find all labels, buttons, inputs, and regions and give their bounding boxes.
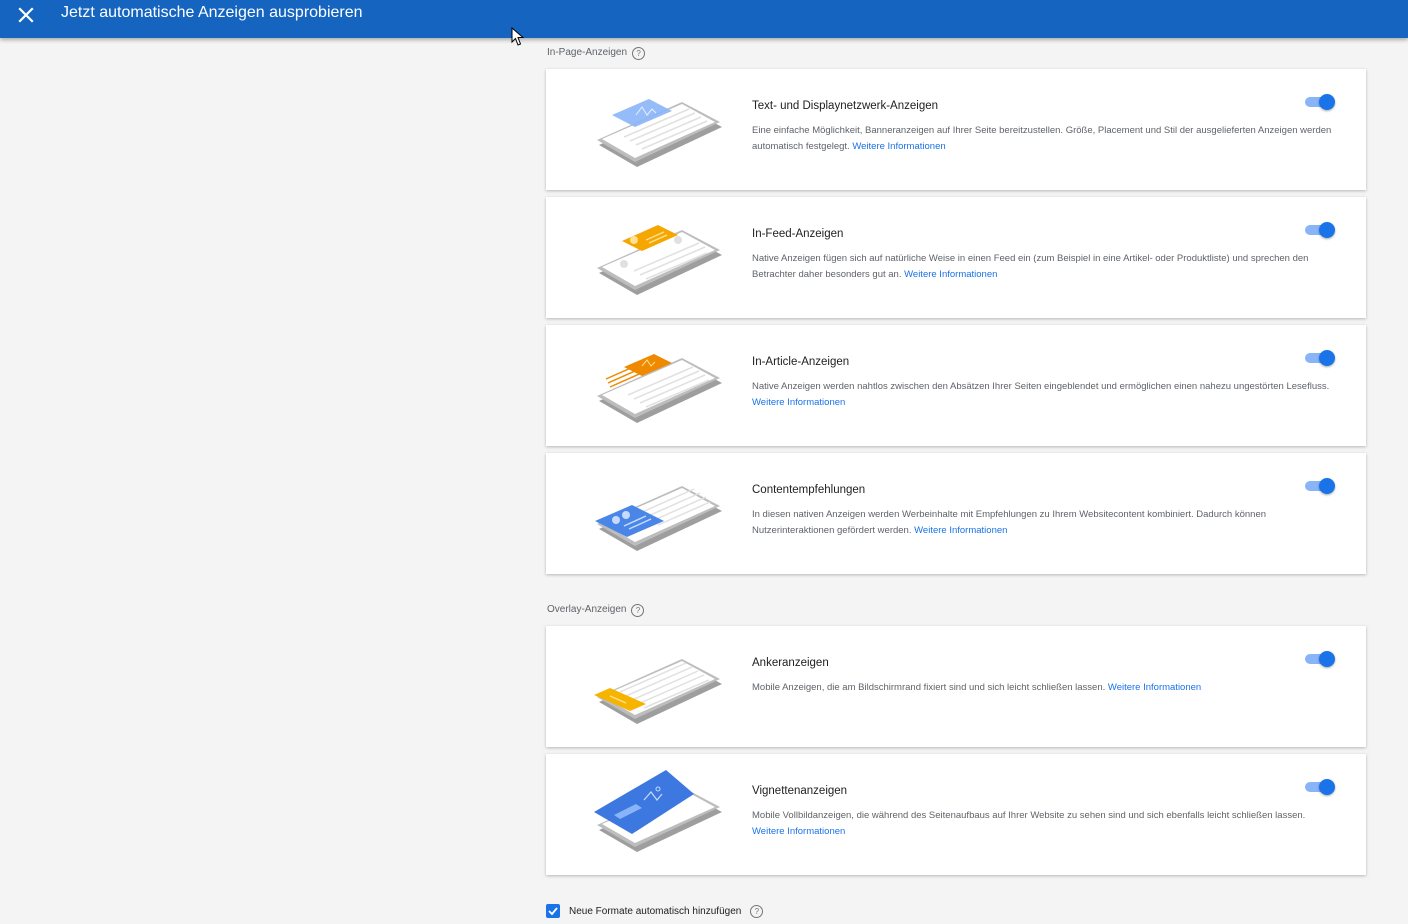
checkmark-icon [548, 907, 558, 916]
auto-add-formats-checkbox[interactable] [546, 904, 560, 918]
learn-more-link[interactable]: Weitere Informationen [752, 826, 845, 837]
ad-card-vignette: Vignettenanzeigen Mobile Vollbildanzeige… [546, 754, 1366, 875]
close-icon [18, 7, 34, 23]
phone-vignette-illustration-icon [594, 770, 722, 852]
auto-add-formats-row: Neue Formate automatisch hinzufügen ? [546, 904, 764, 918]
card-title: Contentempfehlungen [752, 484, 866, 496]
card-description: Native Anzeigen fügen sich auf natürlich… [752, 253, 1309, 280]
phone-content-illustration-icon [595, 486, 722, 551]
close-button[interactable] [14, 3, 38, 27]
phone-article-illustration-icon [597, 354, 722, 423]
section-overlay-label: Overlay-Anzeigen ? [547, 603, 645, 617]
mouse-cursor-icon [511, 27, 525, 46]
toggle-thumb [1319, 779, 1335, 795]
learn-more-link[interactable]: Weitere Informationen [914, 525, 1007, 536]
learn-more-link[interactable]: Weitere Informationen [752, 397, 845, 408]
ad-card-text-display: Text- und Displaynetzwerk-Anzeigen Eine … [546, 69, 1366, 190]
toggle-in-article[interactable] [1305, 350, 1335, 366]
card-description: Mobile Vollbildanzeigen, die während des… [752, 810, 1306, 837]
card-title: Vignettenanzeigen [752, 785, 848, 797]
ad-card-in-article: In-Article-Anzeigen Native Anzeigen werd… [546, 325, 1366, 446]
card-title: Ankeranzeigen [752, 657, 829, 669]
checkbox-label: Neue Formate automatisch hinzufügen [569, 905, 742, 917]
toggle-text-display[interactable] [1305, 94, 1335, 110]
card-title: In-Feed-Anzeigen [752, 228, 844, 240]
learn-more-link[interactable]: Weitere Informationen [1108, 682, 1201, 693]
section-in-page-label: In-Page-Anzeigen ? [547, 46, 646, 60]
card-description: Mobile Anzeigen, die am Bildschirmrand f… [752, 682, 1202, 693]
page-title: Jetzt automatische Anzeigen ausprobieren [61, 4, 363, 21]
help-icon[interactable]: ? [631, 603, 645, 617]
phone-banner-illustration-icon [597, 99, 722, 167]
toggle-thumb [1319, 350, 1335, 366]
app-header: Jetzt automatische Anzeigen ausprobieren [0, 0, 1408, 38]
toggle-thumb [1319, 478, 1335, 494]
help-icon[interactable]: ? [750, 904, 764, 918]
toggle-thumb [1319, 94, 1335, 110]
toggle-in-feed[interactable] [1305, 222, 1335, 238]
phone-feed-illustration-icon [597, 225, 722, 295]
toggle-thumb [1319, 651, 1335, 667]
learn-more-link[interactable]: Weitere Informationen [904, 269, 997, 280]
phone-anchor-illustration-icon [594, 659, 722, 724]
toggle-thumb [1319, 222, 1335, 238]
learn-more-link[interactable]: Weitere Informationen [852, 141, 945, 152]
ad-card-content-recommendations: Contentempfehlungen In diesen nativen An… [546, 453, 1366, 574]
toggle-anchor[interactable] [1305, 651, 1335, 667]
card-title: Text- und Displaynetzwerk-Anzeigen [752, 100, 939, 112]
card-title: In-Article-Anzeigen [752, 356, 850, 368]
card-description: Eine einfache Möglichkeit, Banneranzeige… [752, 125, 1332, 152]
ad-card-in-feed: In-Feed-Anzeigen Native Anzeigen fügen s… [546, 197, 1366, 318]
ad-card-anchor: Ankeranzeigen Mobile Anzeigen, die am Bi… [546, 626, 1366, 747]
toggle-content-recommendations[interactable] [1305, 478, 1335, 494]
card-description: Native Anzeigen werden nahtlos zwischen … [752, 381, 1330, 408]
toggle-vignette[interactable] [1305, 779, 1335, 795]
card-description: In diesen nativen Anzeigen werden Werbei… [752, 509, 1267, 536]
help-icon[interactable]: ? [632, 46, 646, 60]
